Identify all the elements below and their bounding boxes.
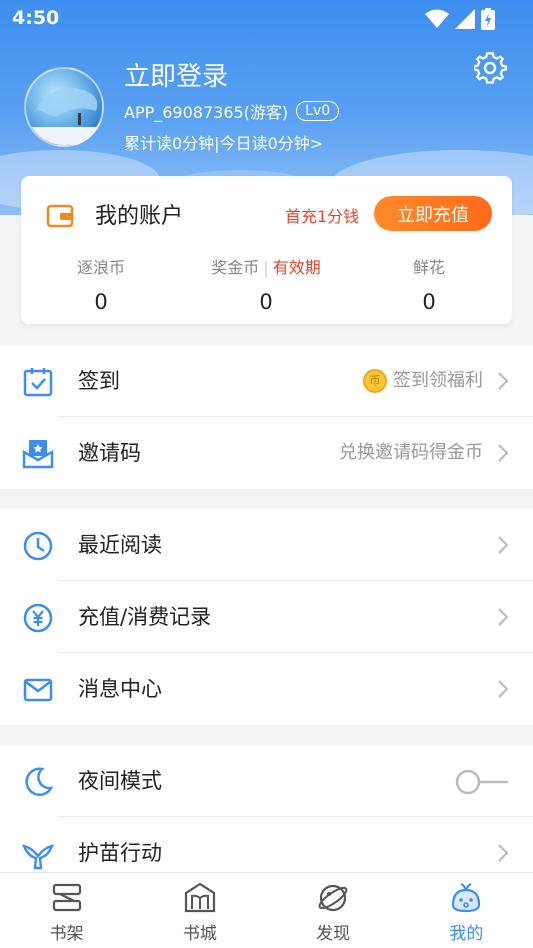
recent-reading-label: 最近阅读 (78, 533, 162, 557)
tab-discover-label: 发现 (316, 924, 351, 944)
bottom-tab-bar: 书架 书城 发现 我的 (0, 872, 533, 948)
bonus-expiry-link[interactable]: 有效期 (273, 258, 321, 277)
calendar-check-icon (23, 368, 53, 397)
level-badge: Lv0 (296, 101, 340, 121)
menu-item-recharge-records[interactable]: 充值/消费记录 (0, 581, 533, 653)
bookstore-icon (184, 882, 215, 913)
status-time: 4:50 (12, 7, 60, 29)
waves-coin-stat[interactable]: 逐浪币 0 (51, 254, 151, 314)
yen-coin-icon (23, 603, 53, 633)
message-center-label: 消息中心 (78, 677, 162, 701)
flowers-stat[interactable]: 鲜花 0 (379, 254, 479, 314)
signal-icon (455, 9, 475, 29)
chevron-right-icon (498, 844, 509, 862)
menu-group-rewards: 签到 币 签到领福利 邀请码 兑换邀请码得金币 (0, 345, 533, 489)
mail-icon (23, 678, 53, 702)
chevron-right-icon (498, 680, 509, 698)
checkin-hint-text: 签到领福利 (393, 370, 483, 391)
bookshelf-icon (52, 883, 81, 912)
recharge-button[interactable]: 立即充值 (374, 196, 492, 231)
tab-profile-label: 我的 (449, 924, 484, 944)
menu-item-invite-code[interactable]: 邀请码 兑换邀请码得金币 (0, 417, 533, 489)
discover-planet-icon (318, 884, 348, 912)
menu-group-settings: 夜间模式 护苗行动 (0, 745, 533, 872)
menu-group-records: 最近阅读 充值/消费记录 消息中心 (0, 509, 533, 725)
profile-mascot-icon (452, 883, 481, 913)
clock-icon (23, 531, 53, 561)
reading-stats-link[interactable]: 累计读0分钟|今日读0分钟> (124, 130, 323, 154)
invite-code-hint: 兑换邀请码得金币 (339, 442, 483, 463)
wifi-icon (425, 9, 449, 28)
user-id-line: APP_69087365(游客) Lv0 (124, 99, 340, 123)
account-card: 我的账户 首充1分钱 立即充值 逐浪币 0 奖金币 | 有效期 0 鲜花 0 (21, 176, 512, 324)
checkin-label: 签到 (78, 369, 120, 393)
waves-coin-value: 0 (94, 290, 108, 314)
settings-gear-icon[interactable] (474, 52, 508, 86)
battery-icon (481, 8, 495, 30)
menu-item-recent-reading[interactable]: 最近阅读 (0, 509, 533, 581)
flowers-value: 0 (422, 290, 436, 314)
invite-envelope-icon (22, 440, 54, 469)
waves-coin-label: 逐浪币 (76, 258, 125, 277)
chevron-right-icon (498, 372, 509, 390)
user-id: APP_69087365(游客) (124, 103, 289, 122)
moon-icon (25, 767, 54, 797)
wallet-icon (46, 204, 74, 228)
menu-item-seedling-action[interactable]: 护苗行动 (0, 817, 533, 872)
menu-item-message-center[interactable]: 消息中心 (0, 653, 533, 725)
tab-bookstore-label: 书城 (182, 924, 217, 944)
tab-bookshelf[interactable]: 书架 (0, 873, 133, 948)
status-icons (425, 8, 495, 30)
avatar[interactable] (24, 67, 104, 147)
account-title: 我的账户 (95, 204, 184, 229)
invite-code-label: 邀请码 (78, 441, 141, 465)
checkin-hint: 币 签到领福利 (363, 345, 483, 417)
flowers-label: 鲜花 (412, 258, 445, 277)
whale-tail-icon (22, 844, 54, 870)
login-button[interactable]: 立即登录 (124, 56, 228, 93)
coin-icon: 币 (363, 369, 387, 393)
tab-bookstore[interactable]: 书城 (133, 873, 266, 948)
chevron-right-icon (498, 444, 509, 462)
bonus-coin-label-line: 奖金币 | 有效期 (191, 254, 341, 278)
night-mode-toggle[interactable] (455, 769, 509, 795)
night-mode-label: 夜间模式 (78, 769, 162, 793)
seedling-action-label: 护苗行动 (78, 841, 162, 865)
menu-item-night-mode[interactable]: 夜间模式 (0, 745, 533, 817)
bonus-coin-value: 0 (259, 290, 273, 314)
first-recharge-promo[interactable]: 首充1分钱 (285, 203, 359, 227)
bonus-coin-stat[interactable]: 奖金币 | 有效期 0 (191, 254, 341, 314)
tab-discover[interactable]: 发现 (267, 873, 400, 948)
bonus-coin-label: 奖金币 (211, 258, 260, 277)
tab-bookshelf-label: 书架 (49, 924, 84, 944)
chevron-right-icon (498, 608, 509, 626)
menu-item-checkin[interactable]: 签到 币 签到领福利 (0, 345, 533, 417)
bonus-separator: | (263, 258, 269, 277)
tab-profile[interactable]: 我的 (400, 873, 533, 948)
recharge-records-label: 充值/消费记录 (78, 605, 212, 629)
chevron-right-icon (498, 536, 509, 554)
status-bar: 4:50 (0, 0, 533, 36)
